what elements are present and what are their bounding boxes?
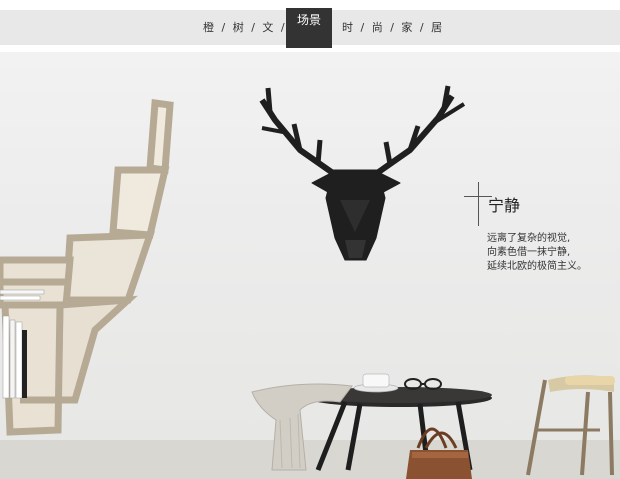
caption-line: 延续北欧的极简主义。 bbox=[487, 261, 587, 272]
caption-title: 宁静 bbox=[488, 196, 521, 215]
caption-line: 远离了复杂的视觉, bbox=[487, 233, 571, 244]
coffee-cup bbox=[353, 373, 399, 393]
banner-right-tabs[interactable]: 时 / 尚 / 家 / 居 bbox=[342, 10, 444, 45]
caption-vertical-rule bbox=[478, 182, 479, 226]
banner-active-tab[interactable]: 场景 bbox=[286, 8, 332, 48]
caption-line: 向素色借一抹宁静, bbox=[487, 247, 571, 258]
product-image-page: 橙 / 树 / 文 / 创 场景 时 / 尚 / 家 / 居 宁静 远离了复杂的… bbox=[0, 0, 620, 479]
category-banner: 橙 / 树 / 文 / 创 场景 时 / 尚 / 家 / 居 bbox=[0, 8, 620, 48]
caption-description: 远离了复杂的视觉, 向素色借一抹宁静, 延续北欧的极简主义。 bbox=[487, 232, 587, 274]
deer-head-sculpture bbox=[259, 85, 466, 261]
